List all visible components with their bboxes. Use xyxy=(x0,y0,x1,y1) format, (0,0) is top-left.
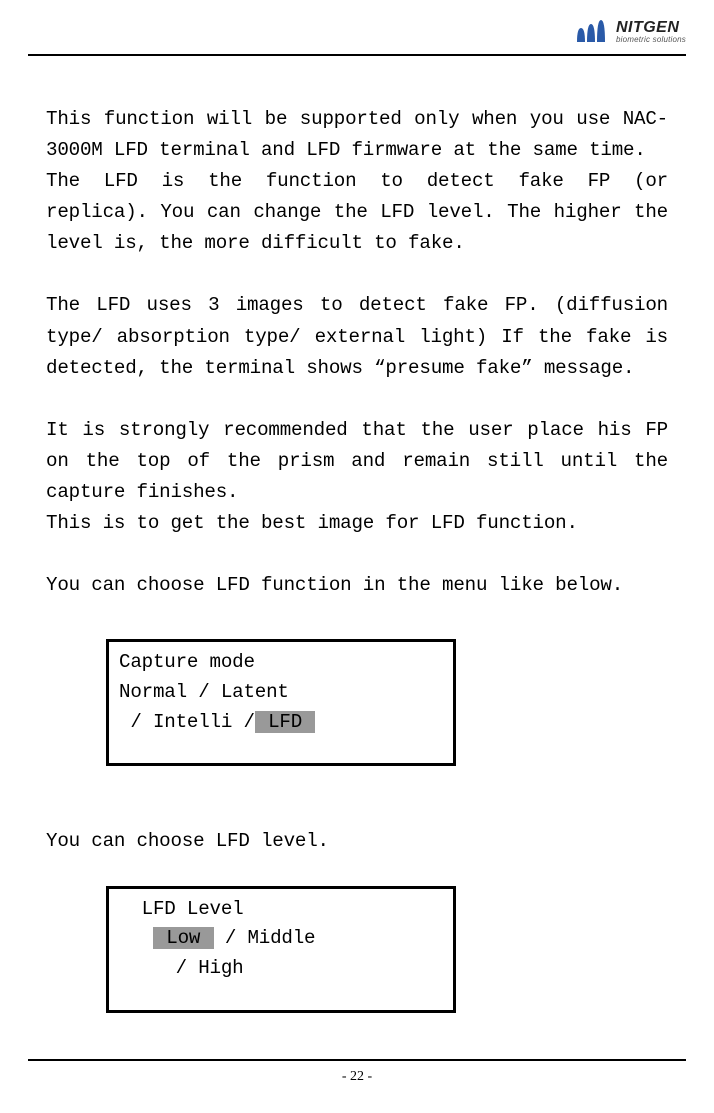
brand-mark-icon xyxy=(576,18,610,46)
paragraph-3: The LFD uses 3 images to detect fake FP.… xyxy=(46,290,668,383)
brand-text: NITGEN biometric solutions xyxy=(616,20,686,44)
paragraph-1: This function will be supported only whe… xyxy=(46,104,668,166)
capture-mode-line-2: Normal / Latent xyxy=(119,678,443,708)
lfd-level-title: LFD Level xyxy=(119,895,443,925)
footer-rule xyxy=(28,1059,686,1061)
brand-logo: NITGEN biometric solutions xyxy=(576,18,686,46)
page-content: This function will be supported only whe… xyxy=(0,56,714,1013)
lfd-level-line-3: / High xyxy=(119,954,443,984)
lfd-level-line-2: Low / Middle xyxy=(119,924,443,954)
lfd-level-menu: LFD Level Low / Middle / High xyxy=(106,886,456,1013)
brand-tagline: biometric solutions xyxy=(616,36,686,44)
page-header: NITGEN biometric solutions xyxy=(0,0,714,54)
brand-name: NITGEN xyxy=(616,20,686,36)
lfd-level-selected: Low xyxy=(153,927,214,949)
capture-mode-line-3: / Intelli / LFD xyxy=(119,708,443,738)
page-number: - 22 - xyxy=(0,1069,714,1085)
capture-mode-title: Capture mode xyxy=(119,648,443,678)
paragraph-7: You can choose LFD level. xyxy=(46,826,668,857)
paragraph-4: It is strongly recommended that the user… xyxy=(46,415,668,508)
capture-mode-menu: Capture mode Normal / Latent / Intelli /… xyxy=(106,639,456,766)
capture-mode-selected: LFD xyxy=(255,711,316,733)
paragraph-2: The LFD is the function to detect fake F… xyxy=(46,166,668,259)
paragraph-5: This is to get the best image for LFD fu… xyxy=(46,508,668,539)
paragraph-6: You can choose LFD function in the menu … xyxy=(46,570,668,601)
page-footer: - 22 - xyxy=(0,1059,714,1085)
